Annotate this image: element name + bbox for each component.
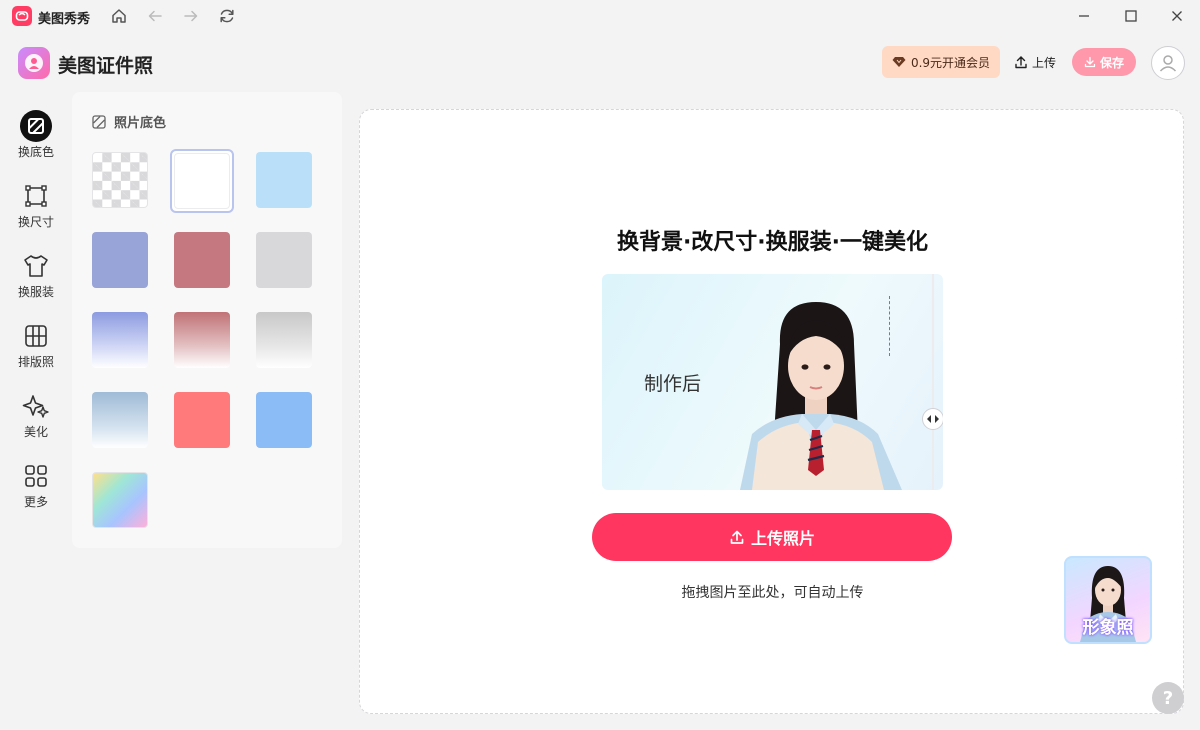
swatch-steel-blue-gradient[interactable] (92, 392, 148, 448)
swatch-blue-purple[interactable] (92, 232, 148, 288)
swatch-rose-red[interactable] (174, 232, 230, 288)
apps-icon (20, 460, 52, 492)
sidebar-item-size[interactable]: 换尺寸 (0, 180, 72, 240)
vip-label: 0.9元开通会员 (910, 55, 991, 70)
brand-name: 美图证件照 (58, 55, 154, 77)
swatch-transparent[interactable] (92, 152, 148, 208)
swatch-white-selected[interactable] (170, 149, 234, 213)
background-color-icon (20, 110, 52, 142)
upload-photo-button[interactable]: 上传照片 (592, 513, 952, 561)
title-bar: 美图秀秀 (0, 0, 1200, 32)
swatch-gray-gradient[interactable] (256, 312, 312, 368)
grid-layout-icon (20, 320, 52, 352)
swatch-rainbow-gradient[interactable] (92, 472, 148, 528)
sidebar-item-layout[interactable]: 排版照 (0, 320, 72, 380)
user-avatar[interactable] (1151, 46, 1185, 80)
header-upload-button[interactable]: 上传 (1014, 52, 1056, 72)
before-after-preview: 制作后 (602, 274, 943, 490)
swatch-coral-red[interactable] (174, 392, 230, 448)
panel-title-label: 照片底色 (114, 116, 167, 131)
user-icon (1159, 55, 1177, 72)
swatch-blue-gradient[interactable] (92, 312, 148, 368)
swatch-white (174, 153, 230, 209)
feature-headline: 换背景·改尺寸·换服装·一键美化 (616, 230, 929, 255)
help-button[interactable]: ? (1152, 682, 1184, 714)
upload-icon (730, 530, 744, 544)
sidebar-item-beautify[interactable]: 美化 (0, 390, 72, 450)
sidebar-item-clothing[interactable]: 换服装 (0, 250, 72, 310)
swatch-light-gray[interactable] (256, 232, 312, 288)
save-button[interactable]: 保存 (1072, 48, 1136, 76)
sparkle-icon (20, 390, 52, 422)
app-header: 美图证件照 0.9元开通会员 上传 保存 (0, 32, 1200, 92)
swatch-red-gradient[interactable] (174, 312, 230, 368)
drag-drop-hint: 拖拽图片至此处，可自动上传 (681, 585, 864, 601)
sidebar-item-label: 排版照 (17, 355, 54, 369)
maximize-icon[interactable] (1117, 4, 1145, 28)
portrait-photo-card[interactable]: 形象照 (1064, 556, 1152, 644)
diamond-icon (892, 57, 906, 67)
app-name: 美图秀秀 (38, 12, 91, 27)
guide-line (889, 296, 890, 356)
forward-icon[interactable] (180, 5, 202, 27)
crop-size-icon (20, 180, 52, 212)
background-color-panel: 照片底色 (72, 92, 342, 548)
download-icon (1084, 56, 1096, 68)
sidebar-item-label: 更多 (23, 495, 48, 509)
upload-photo-label: 上传照片 (750, 529, 815, 548)
refresh-icon[interactable] (216, 5, 238, 27)
home-icon[interactable] (108, 5, 130, 27)
sidebar-item-more[interactable]: 更多 (0, 460, 72, 520)
swatch-light-blue[interactable] (256, 152, 312, 208)
portrait-card-label: 形象照 (1082, 618, 1134, 638)
sidebar-item-background-color[interactable]: 换底色 (0, 110, 72, 170)
panel-title: 照片底色 (92, 112, 166, 131)
id-photo-logo-icon (18, 47, 50, 79)
compare-slider-handle[interactable] (922, 408, 943, 430)
back-icon[interactable] (144, 5, 166, 27)
save-label: 保存 (1099, 55, 1124, 70)
shirt-icon (20, 250, 52, 282)
close-icon[interactable] (1163, 4, 1191, 28)
sidebar-item-label: 美化 (23, 425, 48, 439)
background-color-icon (92, 114, 106, 129)
swatch-sky-blue[interactable] (256, 392, 312, 448)
sidebar-item-label: 换服装 (17, 285, 54, 299)
header-upload-label: 上传 (1032, 55, 1057, 70)
sidebar-item-label: 换尺寸 (17, 215, 54, 229)
sidebar-item-label: 换底色 (17, 145, 54, 159)
minimize-icon[interactable] (1070, 4, 1098, 28)
meitu-logo-icon (12, 6, 32, 26)
arrows-horizontal-icon (927, 415, 939, 423)
upload-icon (1015, 56, 1027, 69)
compare-divider (932, 274, 934, 490)
upload-drop-zone[interactable]: 换背景·改尺寸·换服装·一键美化 制作后 上传照片 拖拽图片至此处，可自动上传 (359, 109, 1184, 714)
sample-portrait-image (740, 302, 902, 490)
vip-membership-button[interactable]: 0.9元开通会员 (882, 46, 1000, 78)
